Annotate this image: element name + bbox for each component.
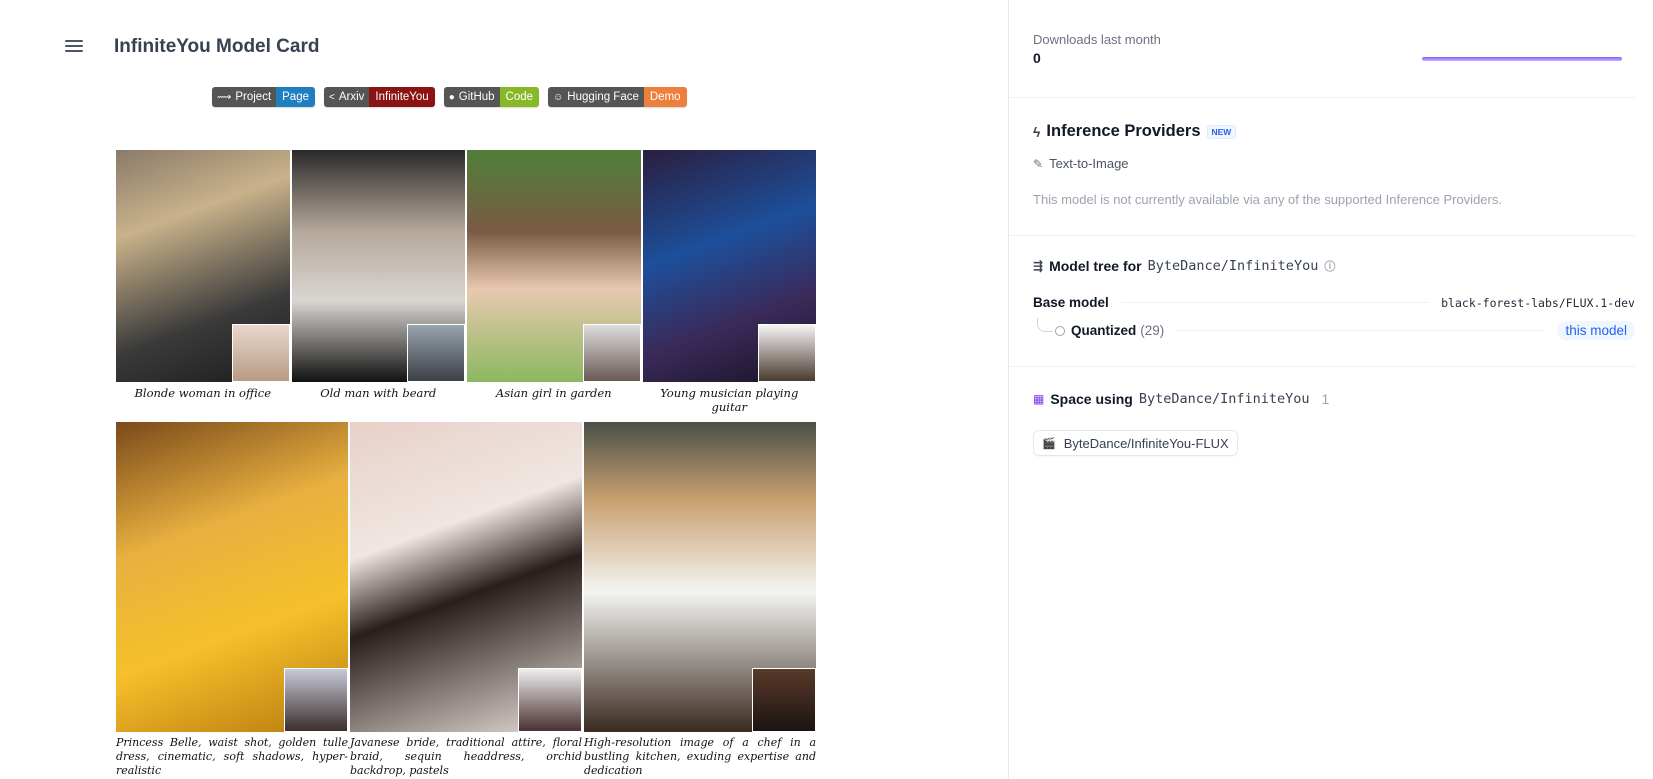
gallery-tile: Young musician playing guitar bbox=[642, 150, 816, 414]
base-model-link[interactable]: black-forest-labs/FLUX.1-dev bbox=[1441, 296, 1635, 310]
gallery-tile: Blonde woman in office bbox=[116, 150, 290, 414]
arxiv-icon: < bbox=[329, 91, 335, 103]
space-name: ByteDance/InfiniteYou-FLUX bbox=[1063, 435, 1229, 451]
quantized-icon bbox=[1055, 325, 1065, 336]
reference-photo bbox=[231, 324, 290, 382]
generated-image bbox=[584, 422, 816, 732]
reference-photo bbox=[284, 668, 348, 732]
quantized-link[interactable]: Quantized bbox=[1071, 323, 1136, 338]
generated-image bbox=[467, 150, 641, 382]
info-icon[interactable]: ⓘ bbox=[1324, 258, 1335, 274]
gallery-tile: Javanese bride, traditional attire, flor… bbox=[350, 422, 582, 778]
divider bbox=[1009, 366, 1635, 367]
task-tag[interactable]: ✎ Text-to-Image bbox=[1033, 156, 1635, 171]
space-emoji-icon: 🎬 bbox=[1042, 437, 1056, 450]
generated-image bbox=[642, 150, 816, 382]
hugging-face-demo-badge[interactable]: ☺ Hugging Face Demo bbox=[548, 87, 687, 107]
spaces-repo: ByteDance/InfiniteYou bbox=[1138, 391, 1310, 407]
downloads-sparkline bbox=[1422, 57, 1622, 61]
spaces-header: ▦ Space using ByteDance/InfiniteYou 1 bbox=[1033, 391, 1635, 407]
showcase-gallery: Blonde woman in office Old man with bear… bbox=[116, 150, 816, 778]
inference-providers-header: ϟ Inference Providers NEW bbox=[1033, 122, 1635, 141]
image-caption: Young musician playing guitar bbox=[660, 386, 799, 414]
task-label: Text-to-Image bbox=[1049, 156, 1129, 171]
page-title: InfiniteYou Model Card bbox=[114, 36, 320, 57]
reference-photo bbox=[758, 324, 816, 382]
image-caption: High-resolution image of a chef in a bus… bbox=[584, 736, 816, 777]
new-badge: NEW bbox=[1206, 124, 1237, 139]
arxiv-badge[interactable]: < Arxiv InfiniteYou bbox=[324, 87, 435, 107]
tree-branch bbox=[1037, 317, 1053, 332]
reference-photo bbox=[752, 668, 816, 732]
model-tree-repo: ByteDance/InfiniteYou bbox=[1147, 258, 1319, 274]
image-caption: Asian girl in garden bbox=[495, 386, 612, 400]
inference-providers-title: Inference Providers bbox=[1046, 122, 1201, 140]
quantized-row: Quantized (29) this model bbox=[1033, 317, 1635, 340]
hamburger-menu-icon[interactable] bbox=[65, 40, 83, 54]
this-model-badge: this model bbox=[1557, 321, 1635, 340]
lightning-icon: ϟ bbox=[1033, 123, 1041, 140]
gallery-tile: High-resolution image of a chef in a bus… bbox=[584, 422, 816, 778]
divider bbox=[1009, 97, 1635, 98]
generated-image bbox=[291, 150, 465, 382]
hugging-face-icon: ☺ bbox=[553, 91, 564, 103]
spaces-prefix: Space using bbox=[1050, 391, 1133, 407]
spaces-count: 1 bbox=[1321, 391, 1330, 407]
tree-line bbox=[1120, 302, 1430, 303]
inference-note: This model is not currently available vi… bbox=[1033, 192, 1502, 207]
badge-row: ⟿ Project Page < Arxiv InfiniteYou ● GitHub… bbox=[212, 87, 687, 107]
tree-icon: ⇶ bbox=[1033, 259, 1044, 273]
image-caption: Old man with beard bbox=[320, 386, 437, 400]
reference-photo bbox=[518, 668, 582, 732]
quantized-count: (29) bbox=[1140, 323, 1165, 338]
model-card-main: InfiniteYou Model Card ⟿ Project Page < Ar… bbox=[0, 0, 1012, 779]
model-sidebar: Downloads last month 0 ϟ Inference Provi… bbox=[1008, 0, 1653, 779]
gallery-tile: Old man with beard bbox=[291, 150, 465, 414]
generated-image bbox=[116, 150, 290, 382]
gallery-tile: Asian girl in garden bbox=[467, 150, 641, 414]
model-tree-header: ⇶ Model tree for ByteDance/InfiniteYou ⓘ bbox=[1033, 258, 1635, 274]
spaces-icon: ▦ bbox=[1033, 392, 1045, 406]
github-icon: ● bbox=[448, 91, 455, 103]
divider bbox=[1009, 235, 1635, 236]
base-model-label: Base model bbox=[1033, 295, 1109, 310]
gallery-tile: Princess Belle, waist shot, golden tulle… bbox=[116, 422, 348, 778]
space-chip[interactable]: 🎬 ByteDance/InfiniteYou-FLUX bbox=[1033, 430, 1238, 456]
tag-icon: ✎ bbox=[1033, 156, 1044, 171]
downloads-label: Downloads last month bbox=[1033, 32, 1161, 47]
model-tree-prefix: Model tree for bbox=[1049, 258, 1142, 274]
generated-image bbox=[350, 422, 582, 732]
base-model-row: Base model black-forest-labs/FLUX.1-dev bbox=[1033, 295, 1635, 310]
reference-photo bbox=[582, 324, 641, 382]
github-badge[interactable]: ● GitHub Code bbox=[443, 87, 540, 107]
reference-photo bbox=[407, 324, 465, 382]
image-caption: Princess Belle, waist shot, golden tulle… bbox=[116, 736, 348, 777]
image-caption: Blonde woman in office bbox=[134, 386, 272, 400]
tree-line bbox=[1176, 330, 1546, 331]
generated-image bbox=[116, 422, 348, 732]
project-page-badge[interactable]: ⟿ Project Page bbox=[212, 87, 315, 107]
image-caption: Javanese bride, traditional attire, flor… bbox=[350, 736, 582, 777]
link-icon: ⟿ bbox=[217, 91, 232, 103]
